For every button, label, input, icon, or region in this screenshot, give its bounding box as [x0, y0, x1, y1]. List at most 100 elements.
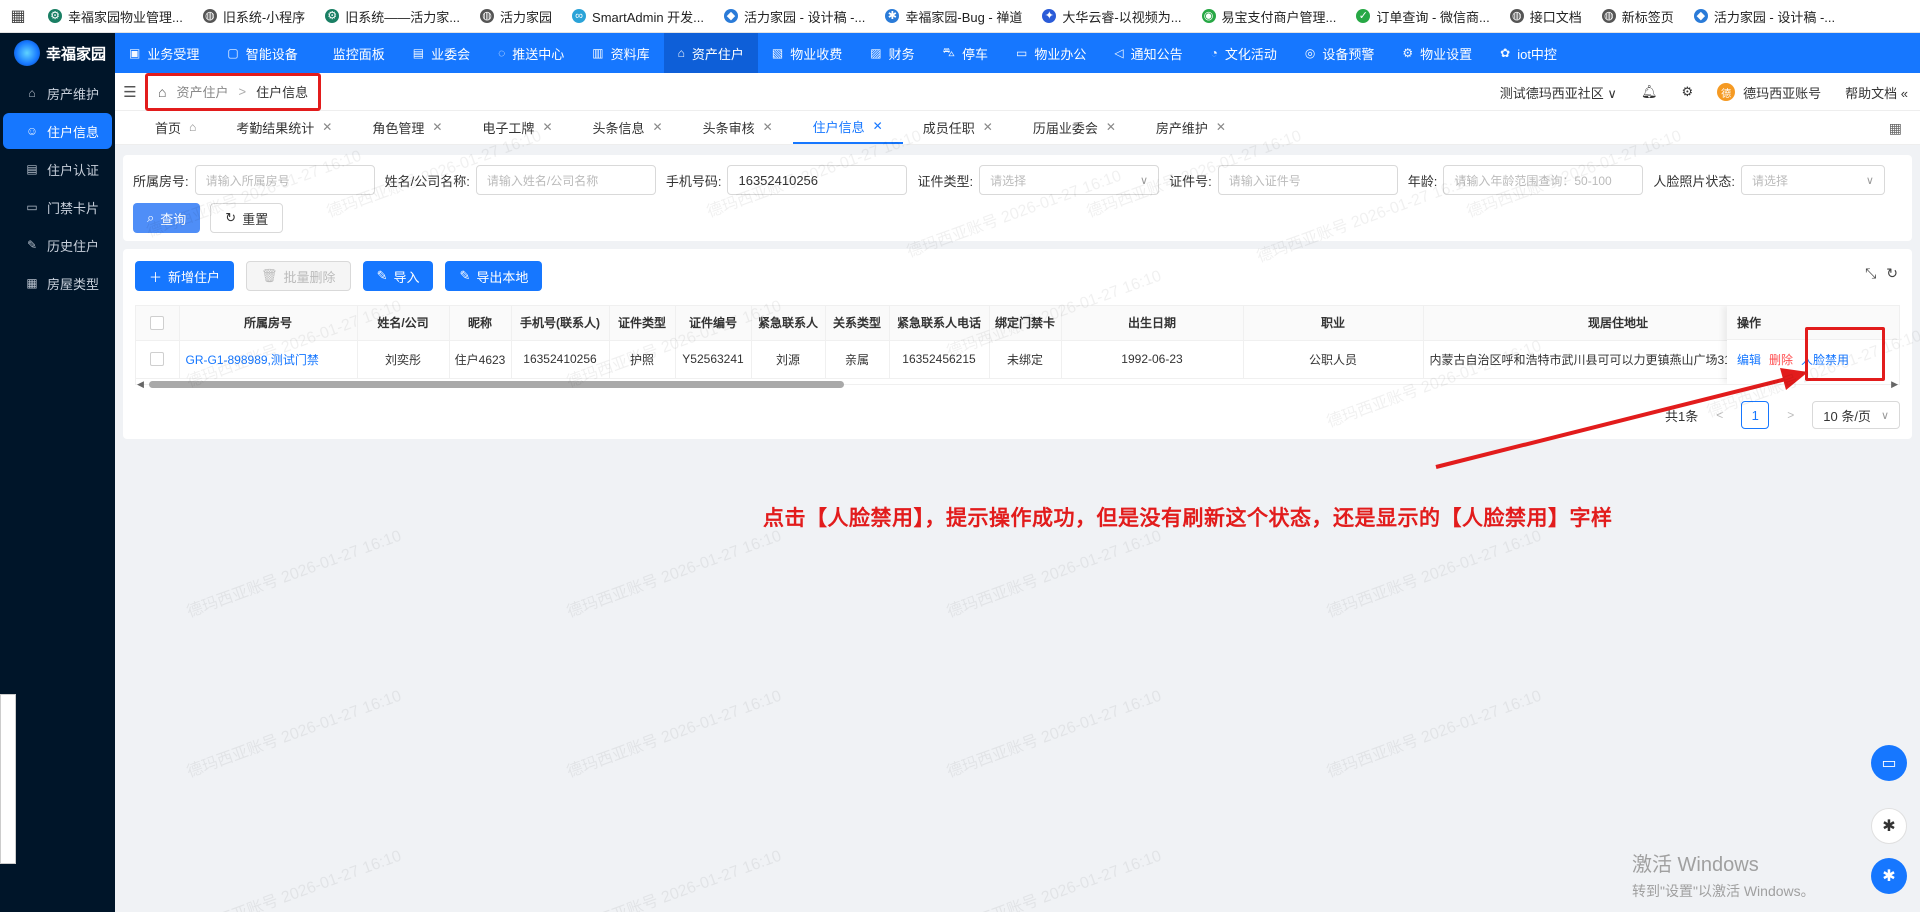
face-status-select[interactable]: 请选择 ∨	[1740, 165, 1885, 195]
close-icon[interactable]: ✕	[873, 119, 883, 133]
bookmark-item[interactable]: ◍ 旧系统-小程序	[202, 7, 305, 26]
bookmark-item[interactable]: ◆ 活力家园 - 设计稿 -...	[724, 7, 865, 26]
apps-grid-icon[interactable]: ▦	[8, 6, 28, 26]
tab-6[interactable]: 住户信息 ✕	[792, 110, 903, 144]
age-input[interactable]: 请输入年龄范围查询：50-100	[1443, 165, 1644, 195]
idtype-select[interactable]: 请选择 ∨	[979, 165, 1160, 195]
topnav-item-6[interactable]: ⌂ 资产住户	[663, 33, 758, 73]
tab-1[interactable]: 考勤结果统计 ✕	[216, 110, 352, 144]
tab-9[interactable]: 房产维护 ✕	[1136, 110, 1246, 144]
topnav-item-15[interactable]: ✿ iot中控	[1486, 33, 1571, 73]
topnav-item-8[interactable]: ▨ 财务	[856, 33, 928, 73]
design-icon: ◆	[1693, 9, 1708, 23]
topnav-item-13[interactable]: ◎ 设备预警	[1291, 33, 1389, 73]
tabs-grid-icon[interactable]: ▦	[1889, 120, 1902, 137]
sidebar-item-3[interactable]: ▭ 门禁卡片	[3, 189, 112, 225]
breadcrumb-home-icon[interactable]: ⌂	[158, 84, 166, 100]
bookmark-item[interactable]: ✱ 幸福家园-Bug - 禅道	[885, 7, 1022, 26]
bookmark-label: 新标签页	[1621, 9, 1674, 25]
bookmark-item[interactable]: ◍ 接口文档	[1509, 7, 1582, 26]
room-link[interactable]: GR-G1-898989,测试门禁	[179, 340, 358, 379]
idno-input[interactable]: 请输入证件号	[1217, 165, 1398, 195]
breadcrumb-parent[interactable]: 资产住户	[176, 82, 228, 101]
topnav-item-1[interactable]: ▢ 智能设备	[213, 33, 311, 73]
tab-5[interactable]: 头条审核 ✕	[683, 110, 793, 144]
topnav-item-14[interactable]: ⚙ 物业设置	[1388, 33, 1486, 73]
phone-input[interactable]: 16352410256	[727, 165, 908, 195]
import-button[interactable]: ✎ 导入	[362, 261, 434, 291]
topnav-item-12[interactable]: ◔ 文化活动	[1197, 33, 1291, 73]
brand-logo[interactable]: 幸福家园	[0, 33, 115, 73]
fullscreen-icon[interactable]: ⤡	[1865, 265, 1876, 282]
menu-collapse-icon[interactable]: ☰	[115, 83, 145, 101]
topnav-item-5[interactable]: ▥ 资料库	[578, 33, 663, 73]
tab-0[interactable]: 首页 ⌂	[135, 110, 216, 144]
topnav-item-3[interactable]: ▤ 业委会	[399, 33, 484, 73]
topnav-item-7[interactable]: ▧ 物业收费	[758, 33, 856, 73]
gear-icon[interactable]: ⚙	[1681, 84, 1693, 100]
community-selector[interactable]: 测试德玛西亚社区 ∨	[1500, 83, 1617, 102]
horizontal-scrollbar[interactable]: ◀ ▶	[135, 379, 1900, 389]
topnav-item-11[interactable]: ◁ 通知公告	[1100, 33, 1196, 73]
edit-link[interactable]: 编辑	[1737, 351, 1761, 368]
bookmark-item[interactable]: ◍ 活力家园	[480, 7, 552, 26]
tab-3[interactable]: 电子工牌 ✕	[462, 110, 572, 144]
close-icon[interactable]: ✕	[763, 120, 773, 134]
scroll-right-icon[interactable]: ▶	[1891, 379, 1898, 390]
bookmark-item[interactable]: ◍ 新标签页	[1601, 7, 1674, 26]
bookmark-item[interactable]: ⚙ 幸福家园物业管理...	[48, 7, 183, 26]
topnav-item-2[interactable]: 监控面板	[312, 33, 399, 73]
bug-report-icon[interactable]: ✱	[1871, 858, 1907, 894]
account-menu[interactable]: 德德玛西亚账号	[1717, 83, 1821, 102]
close-icon[interactable]: ✕	[432, 120, 442, 134]
scrollbar-thumb[interactable]	[149, 381, 844, 388]
bookmark-item[interactable]: ∞ SmartAdmin 开发...	[572, 7, 704, 26]
topnav-item-0[interactable]: ▣ 业务受理	[115, 33, 213, 73]
sidebar-item-2[interactable]: ▤ 住户认证	[3, 151, 112, 187]
bug-icon[interactable]: ✱	[1871, 808, 1907, 844]
page-size-select[interactable]: 10 条/页 ∨	[1812, 401, 1900, 429]
help-docs-link[interactable]: 帮助文档 «	[1845, 83, 1908, 102]
video-icon[interactable]: ▭	[1871, 745, 1907, 781]
close-icon[interactable]: ✕	[653, 120, 663, 134]
query-button[interactable]: ⌕ 查询	[133, 203, 201, 233]
topnav-item-4[interactable]: ◌ 推送中心	[484, 33, 578, 73]
tab-label: 首页	[155, 120, 182, 136]
room-input[interactable]: 请输入所属房号	[194, 165, 375, 195]
bookmark-item[interactable]: ◉ 易宝支付商户管理...	[1201, 7, 1336, 26]
add-resident-button[interactable]: ＋新增住户	[135, 261, 235, 291]
prev-page-icon[interactable]: <	[1716, 408, 1723, 422]
topnav-item-9[interactable]: ⛍ 停车	[929, 33, 1002, 73]
tab-4[interactable]: 头条信息 ✕	[573, 110, 683, 144]
tab-7[interactable]: 成员任职 ✕	[903, 110, 1013, 144]
select-all-checkbox[interactable]	[150, 316, 165, 331]
reset-button[interactable]: ↻ 重置	[210, 203, 284, 233]
refresh-icon[interactable]: ↻	[1886, 265, 1898, 282]
bookmark-item[interactable]: ✓ 订单查询 - 微信商...	[1356, 7, 1490, 26]
topnav-item-10[interactable]: ▭ 物业办公	[1002, 33, 1100, 73]
delete-link[interactable]: 删除	[1769, 351, 1793, 368]
close-icon[interactable]: ✕	[322, 120, 332, 134]
tab-8[interactable]: 历届业委会 ✕	[1013, 110, 1136, 144]
bookmark-item[interactable]: ✦ 大华云睿-以视频为...	[1042, 7, 1182, 26]
bookmark-item[interactable]: ⚙ 旧系统——活力家...	[325, 7, 460, 26]
tab-2[interactable]: 角色管理 ✕	[352, 110, 462, 144]
export-button[interactable]: ✎ 导出本地	[445, 261, 543, 291]
close-icon[interactable]: ✕	[542, 120, 552, 134]
bell-icon[interactable]: 🔔︎	[1641, 84, 1658, 100]
page-1[interactable]: 1	[1741, 401, 1770, 429]
next-page-icon[interactable]: >	[1787, 408, 1794, 422]
home-icon: ⌂	[28, 86, 36, 100]
close-icon[interactable]: ✕	[1216, 120, 1226, 134]
scroll-left-icon[interactable]: ◀	[137, 379, 144, 390]
sidebar-item-5[interactable]: ▦ 房屋类型	[3, 265, 112, 301]
row-checkbox[interactable]	[150, 352, 165, 367]
sidebar-item-0[interactable]: ⌂ 房产维护	[3, 75, 112, 111]
name-input[interactable]: 请输入姓名/公司名称	[475, 165, 656, 195]
batch-delete-button[interactable]: 🗑︎ 批量删除	[246, 261, 351, 291]
close-icon[interactable]: ✕	[983, 120, 993, 134]
sidebar-item-4[interactable]: ✎ 历史住户	[3, 227, 112, 263]
bookmark-item[interactable]: ◆ 活力家园 - 设计稿 -...	[1693, 7, 1835, 26]
close-icon[interactable]: ✕	[1106, 120, 1116, 134]
sidebar-item-1[interactable]: ☺ 住户信息	[3, 113, 112, 149]
